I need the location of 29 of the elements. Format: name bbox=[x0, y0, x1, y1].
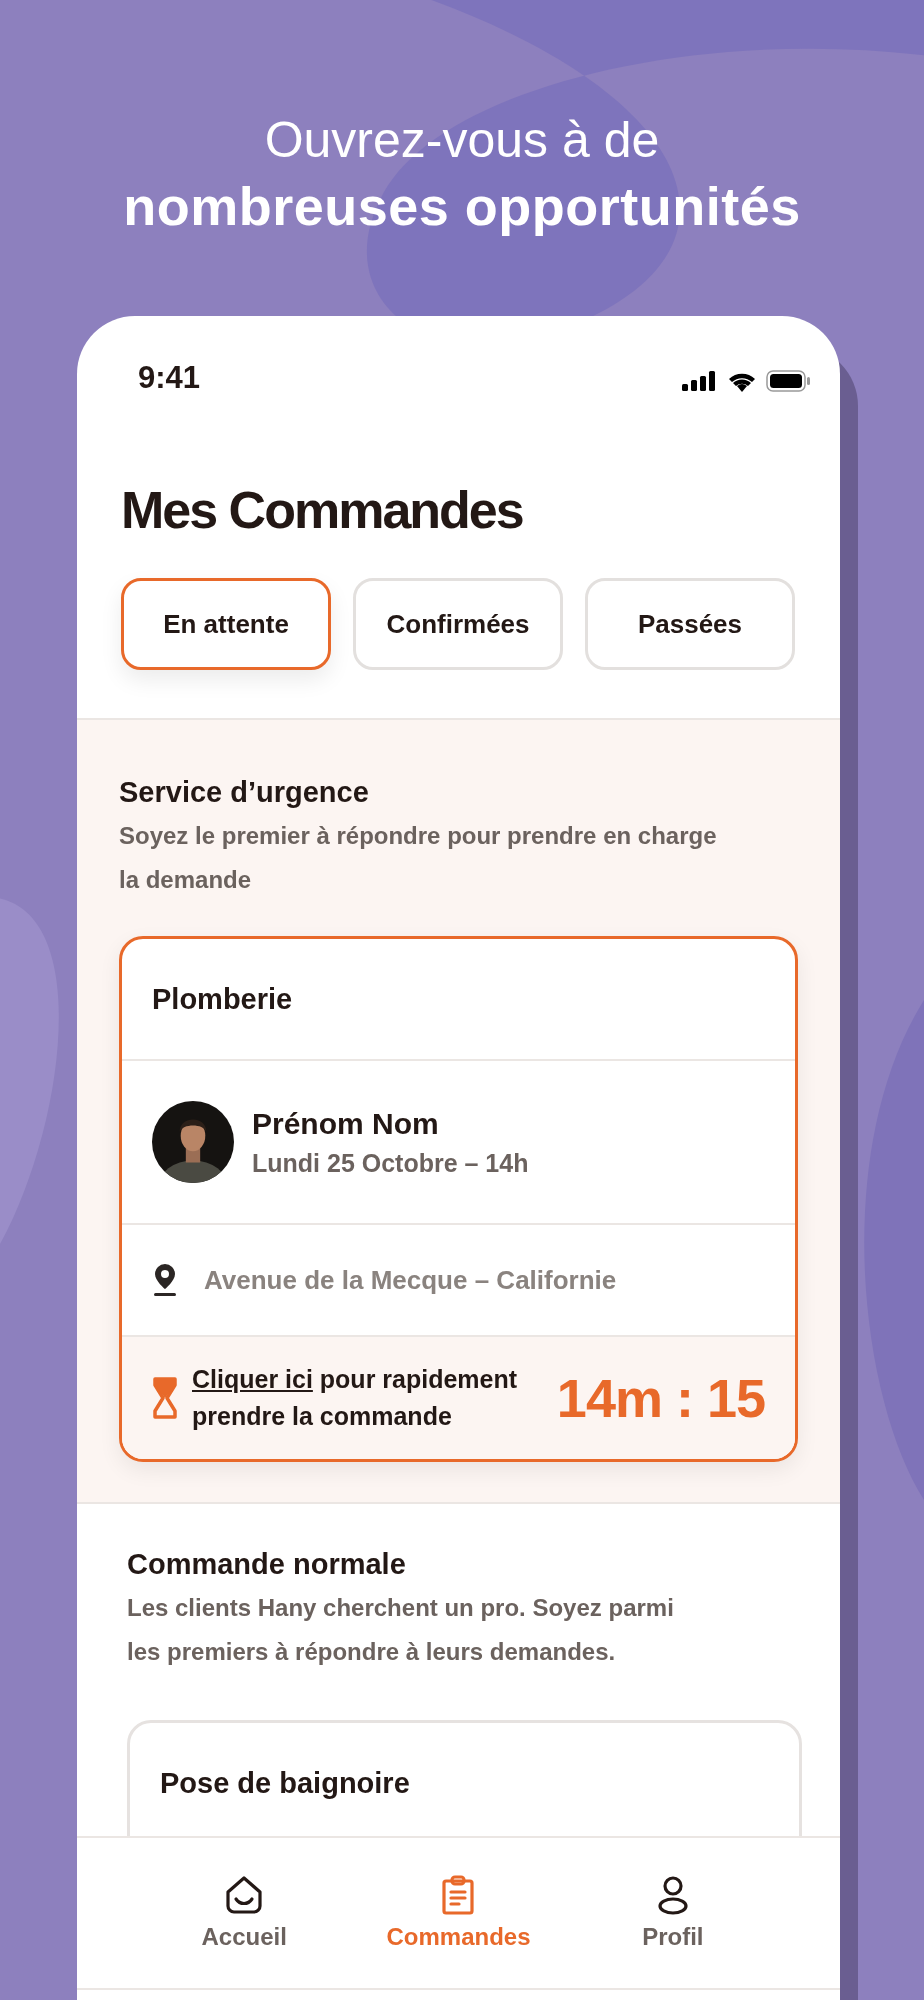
battery-icon bbox=[766, 370, 810, 392]
order-card[interactable]: Plomberie Prénom Nom Lundi 25 Octobre – 14h Avenue de la Mecque – Californie Cliquer ici pour rapidement prendre la commande 14m : 15 bbox=[119, 936, 798, 1462]
take-order-text: Cliquer ici pour rapidement prendre la commande bbox=[192, 1364, 519, 1432]
nav-tab[interactable]: Profil bbox=[582, 1875, 763, 1951]
order-card[interactable]: Pose de baignoire bbox=[127, 1720, 802, 1836]
category-title: Pose de baignoire bbox=[160, 1766, 410, 1800]
order-date: Lundi 25 Octobre – 14h bbox=[252, 1148, 529, 1178]
page-title: Mes Commandes bbox=[121, 480, 524, 540]
category-title: Plomberie bbox=[152, 982, 293, 1016]
tab[interactable]: Confirmées bbox=[353, 578, 563, 670]
headline: Ouvrez-vous à de nombreuses opportunités bbox=[122, 111, 802, 238]
profile-icon bbox=[655, 1875, 690, 1915]
section-title: Service d’urgence bbox=[119, 775, 370, 810]
section-description: Soyez le premier à répondre pour prendre en charge la demande bbox=[119, 821, 718, 895]
countdown-timer: 14m : 15 bbox=[556, 1367, 765, 1429]
section-description: Les clients Hany cherchent un pro. Soyez parmi les premiers à répondre à leurs demandes. bbox=[127, 1593, 675, 1667]
client-name: Prénom Nom bbox=[252, 1106, 440, 1141]
home-icon bbox=[224, 1875, 265, 1915]
order-address: Avenue de la Mecque – Californie bbox=[204, 1264, 617, 1296]
tab[interactable]: En attente bbox=[121, 578, 331, 670]
location-pin-icon bbox=[152, 1263, 178, 1297]
clipboard-icon bbox=[441, 1875, 476, 1915]
nav-tab[interactable]: Accueil bbox=[154, 1875, 335, 1951]
tab[interactable]: Passées bbox=[585, 578, 795, 670]
section-title: Commande normale bbox=[127, 1547, 407, 1582]
status-time: 9:41 bbox=[138, 360, 201, 396]
click-here-link[interactable]: Cliquer ici bbox=[192, 1365, 313, 1393]
hourglass-icon bbox=[152, 1377, 178, 1419]
signal-icon bbox=[682, 371, 718, 391]
